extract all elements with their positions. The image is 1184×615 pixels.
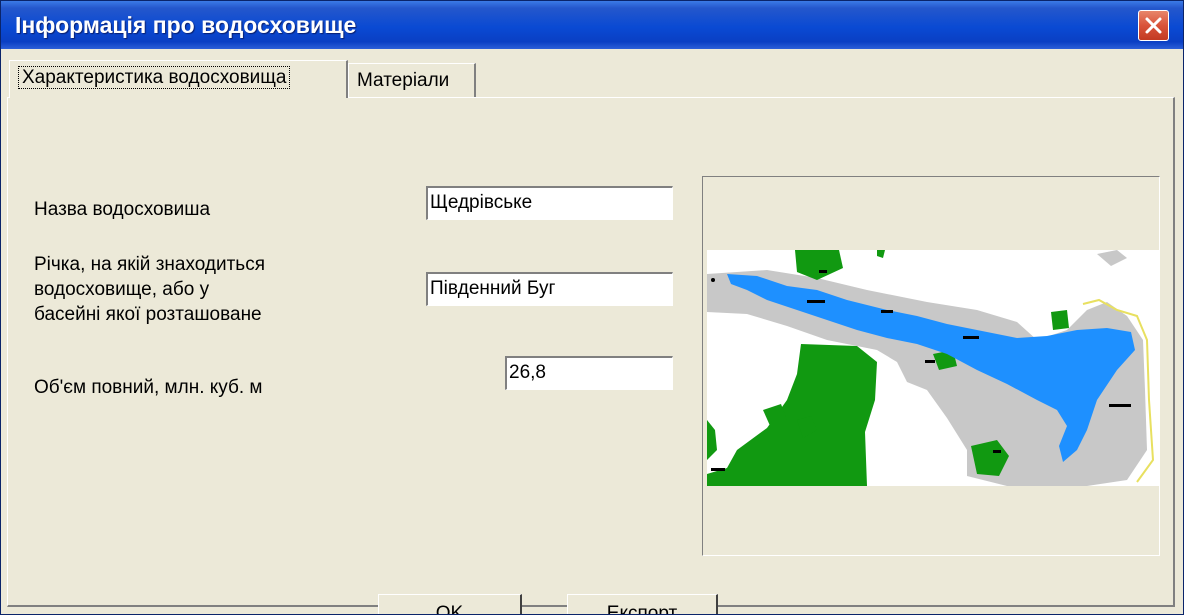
name-label: Назва водосховиша xyxy=(34,199,211,220)
reservoir-name-field[interactable]: Щедрівське xyxy=(426,186,673,220)
reservoir-map-image xyxy=(707,250,1159,486)
river-label-line-1: Річка, на якій знаходиться xyxy=(34,254,265,275)
river-label-line-2: водосховище, або у xyxy=(34,279,210,300)
river-label-line-3: басейні якої розташоване xyxy=(34,304,262,325)
export-button[interactable]: Експорт xyxy=(567,594,718,614)
tab-characteristics-label: Характеристика водосховища xyxy=(18,66,291,89)
tab-characteristics[interactable]: Характеристика водосховища xyxy=(9,60,348,98)
dialog-window: Інформація про водосховище Характеристик… xyxy=(0,0,1184,615)
close-x-icon xyxy=(1145,17,1162,34)
map-image-frame xyxy=(702,176,1160,556)
dialog-content: Характеристика водосховища Матеріали Наз… xyxy=(1,49,1183,614)
reservoir-map-svg xyxy=(707,250,1159,486)
volume-field[interactable]: 26,8 xyxy=(505,356,673,390)
river-field[interactable]: Південний Буг xyxy=(426,272,673,306)
tab-materials[interactable]: Матеріали xyxy=(348,63,476,97)
tab-materials-label: Матеріали xyxy=(357,70,450,91)
tab-panel: Назва водосховиша Щедрівське Річка, на я… xyxy=(7,97,1175,614)
ok-button[interactable]: OK xyxy=(378,594,522,614)
volume-label: Об'єм повний, млн. куб. м xyxy=(34,377,263,398)
window-title: Інформація про водосховище xyxy=(15,12,357,38)
title-bar[interactable]: Інформація про водосховище xyxy=(1,1,1183,49)
close-button[interactable] xyxy=(1138,10,1169,41)
